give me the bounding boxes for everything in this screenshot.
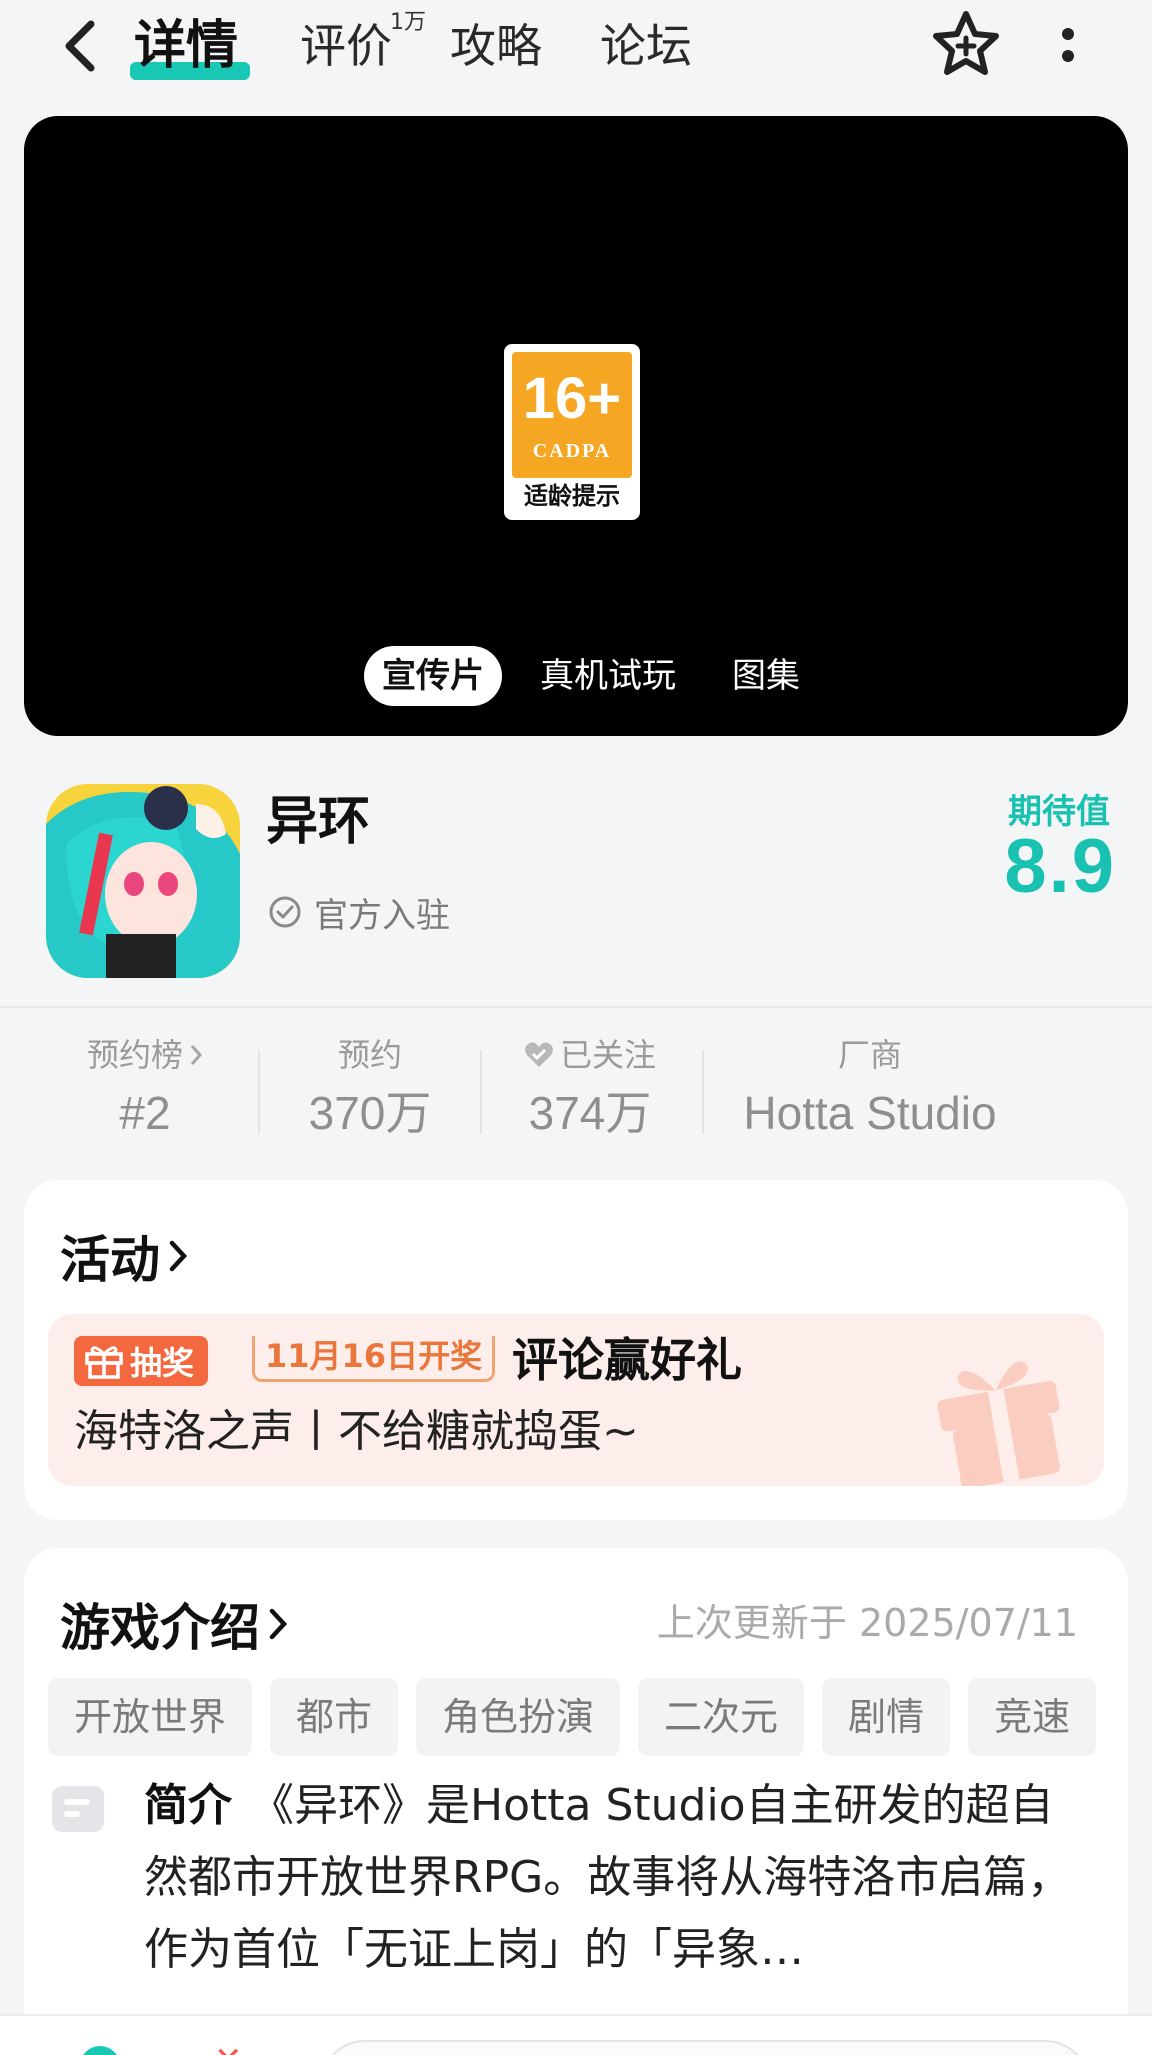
activity-header[interactable]: 活动 <box>60 1220 188 1292</box>
tab-reviews[interactable]: 评价 <box>300 14 392 78</box>
activity-banner-title: 评论赢好礼 <box>512 1333 742 1387</box>
stat-developer-value: Hotta Studio <box>743 1087 997 1139</box>
stat-reservations: 预约 370万 <box>280 1030 460 1150</box>
activity-card: 活动 抽奖 11月16日开奖 评论赢好礼 海特洛之声丨不给糖就捣蛋~ <box>24 1180 1128 1520</box>
official-label: 官方入驻 <box>314 895 450 936</box>
intro-header[interactable]: 游戏介绍 <box>60 1588 288 1660</box>
favorite-button[interactable] <box>930 8 1002 80</box>
tag-list: 开放世界 都市 角色扮演 二次元 剧情 竞速 <box>48 1678 1128 1758</box>
tag-chip[interactable]: 二次元 <box>638 1678 805 1756</box>
stat-rank-label-wrap: 预约榜 <box>60 1030 230 1080</box>
tab-guides[interactable]: 攻略 <box>450 14 542 78</box>
chevron-right-icon <box>190 1045 203 1065</box>
intro-title: 游戏介绍 <box>60 1599 260 1657</box>
video-player[interactable]: 16+ CADPA 适龄提示 宣传片 真机试玩 图集 <box>24 116 1128 736</box>
bottom-action-bar: ✕ <box>0 2014 1152 2055</box>
chevron-right-icon <box>169 1240 188 1272</box>
stat-separator <box>702 1050 704 1134</box>
tag-chip[interactable]: 开放世界 <box>48 1678 253 1756</box>
gift-decoration-icon <box>937 1361 1060 1486</box>
age-rating-caption: 适龄提示 <box>524 482 620 510</box>
close-icon[interactable]: ✕ <box>214 2040 243 2055</box>
game-name: 异环 <box>266 792 371 852</box>
chevron-right-icon <box>269 1608 288 1640</box>
activity-banner[interactable]: 抽奖 11月16日开奖 评论赢好礼 海特洛之声丨不给糖就捣蛋~ <box>48 1314 1104 1486</box>
intro-summary[interactable]: 简介 《异环》是Hotta Studio自主研发的超自然都市开放世界RPG。故事将… <box>144 1770 1094 1986</box>
gift-icon <box>85 1346 123 1379</box>
primary-action-button[interactable] <box>320 2040 1090 2055</box>
last-updated: 上次更新于 2025/07/11 <box>656 1601 1078 1645</box>
divider <box>0 1006 1152 1008</box>
draw-date-tag: 11月16日开奖 <box>252 1336 496 1382</box>
stat-rank[interactable]: 预约榜 #2 <box>60 1030 230 1150</box>
stat-separator <box>480 1050 482 1134</box>
expect-score: 8.9 <box>1004 824 1116 909</box>
stat-reservations-label: 预约 <box>337 1036 402 1074</box>
lottery-tag-label: 抽奖 <box>130 1344 195 1382</box>
stat-followers-label-wrap: 已关注 <box>500 1030 680 1080</box>
bottom-app-icon[interactable] <box>80 2046 120 2055</box>
game-icon[interactable] <box>46 784 240 978</box>
media-tabs: 宣传片 真机试玩 图集 <box>364 646 818 706</box>
intro-body: 《异环》是Hotta Studio自主研发的超自然都市开放世界RPG。故事将从海… <box>144 1780 1072 1975</box>
age-rating-badge: 16+ CADPA 适龄提示 <box>504 344 640 520</box>
tag-chip[interactable]: 都市 <box>270 1678 399 1756</box>
more-options-button[interactable] <box>1050 20 1086 70</box>
activity-title: 活动 <box>60 1231 160 1289</box>
stat-followers-value: 374万 <box>528 1087 652 1139</box>
check-circle-icon <box>269 896 301 928</box>
media-tab-gallery[interactable]: 图集 <box>714 646 818 706</box>
game-icon-art <box>46 784 240 978</box>
stat-followers-label: 已关注 <box>559 1036 656 1074</box>
activity-banner-subtitle: 海特洛之声丨不给糖就捣蛋~ <box>74 1406 639 1457</box>
media-tab-gameplay[interactable]: 真机试玩 <box>522 646 694 706</box>
age-rating-org: CADPA <box>532 440 612 462</box>
intro-label: 简介 <box>144 1780 232 1831</box>
back-button[interactable] <box>52 14 108 78</box>
media-tab-trailer[interactable]: 宣传片 <box>364 646 502 706</box>
age-rating-box: 16+ CADPA <box>512 352 632 478</box>
stat-rank-value: #2 <box>119 1087 171 1139</box>
tag-chip[interactable]: 剧情 <box>822 1678 951 1756</box>
stat-followers[interactable]: 已关注 374万 <box>500 1030 680 1150</box>
top-nav: 详情 评价 1万 攻略 论坛 <box>0 0 1152 110</box>
tab-details[interactable]: 详情 <box>134 14 238 78</box>
lottery-tag: 抽奖 <box>74 1336 209 1386</box>
tag-chip[interactable]: 竞速 <box>968 1678 1097 1756</box>
intro-card: 游戏介绍 上次更新于 2025/07/11 开放世界 都市 角色扮演 二次元 剧… <box>24 1548 1128 2055</box>
stats-row: 预约榜 #2 预约 370万 已关注 374万 厂商 Hotta Studio <box>0 1030 1152 1150</box>
stat-reservations-value: 370万 <box>308 1087 432 1139</box>
stat-rank-label: 预约榜 <box>86 1036 183 1074</box>
more-dot-icon <box>1062 28 1074 40</box>
stat-separator <box>258 1050 260 1134</box>
review-count-badge: 1万 <box>390 10 426 35</box>
tag-chip[interactable]: 角色扮演 <box>416 1678 621 1756</box>
age-rating-number: 16+ <box>522 366 622 431</box>
summary-icon <box>52 1786 104 1832</box>
back-arrow-icon <box>65 20 95 72</box>
heart-check-icon <box>525 1042 553 1067</box>
stat-developer[interactable]: 厂商 Hotta Studio <box>720 1030 1020 1150</box>
tab-forum[interactable]: 论坛 <box>600 14 692 78</box>
stat-developer-label: 厂商 <box>837 1036 902 1074</box>
more-dot-icon <box>1062 50 1074 62</box>
star-add-icon <box>933 11 999 75</box>
official-badge: 官方入驻 <box>268 890 450 936</box>
